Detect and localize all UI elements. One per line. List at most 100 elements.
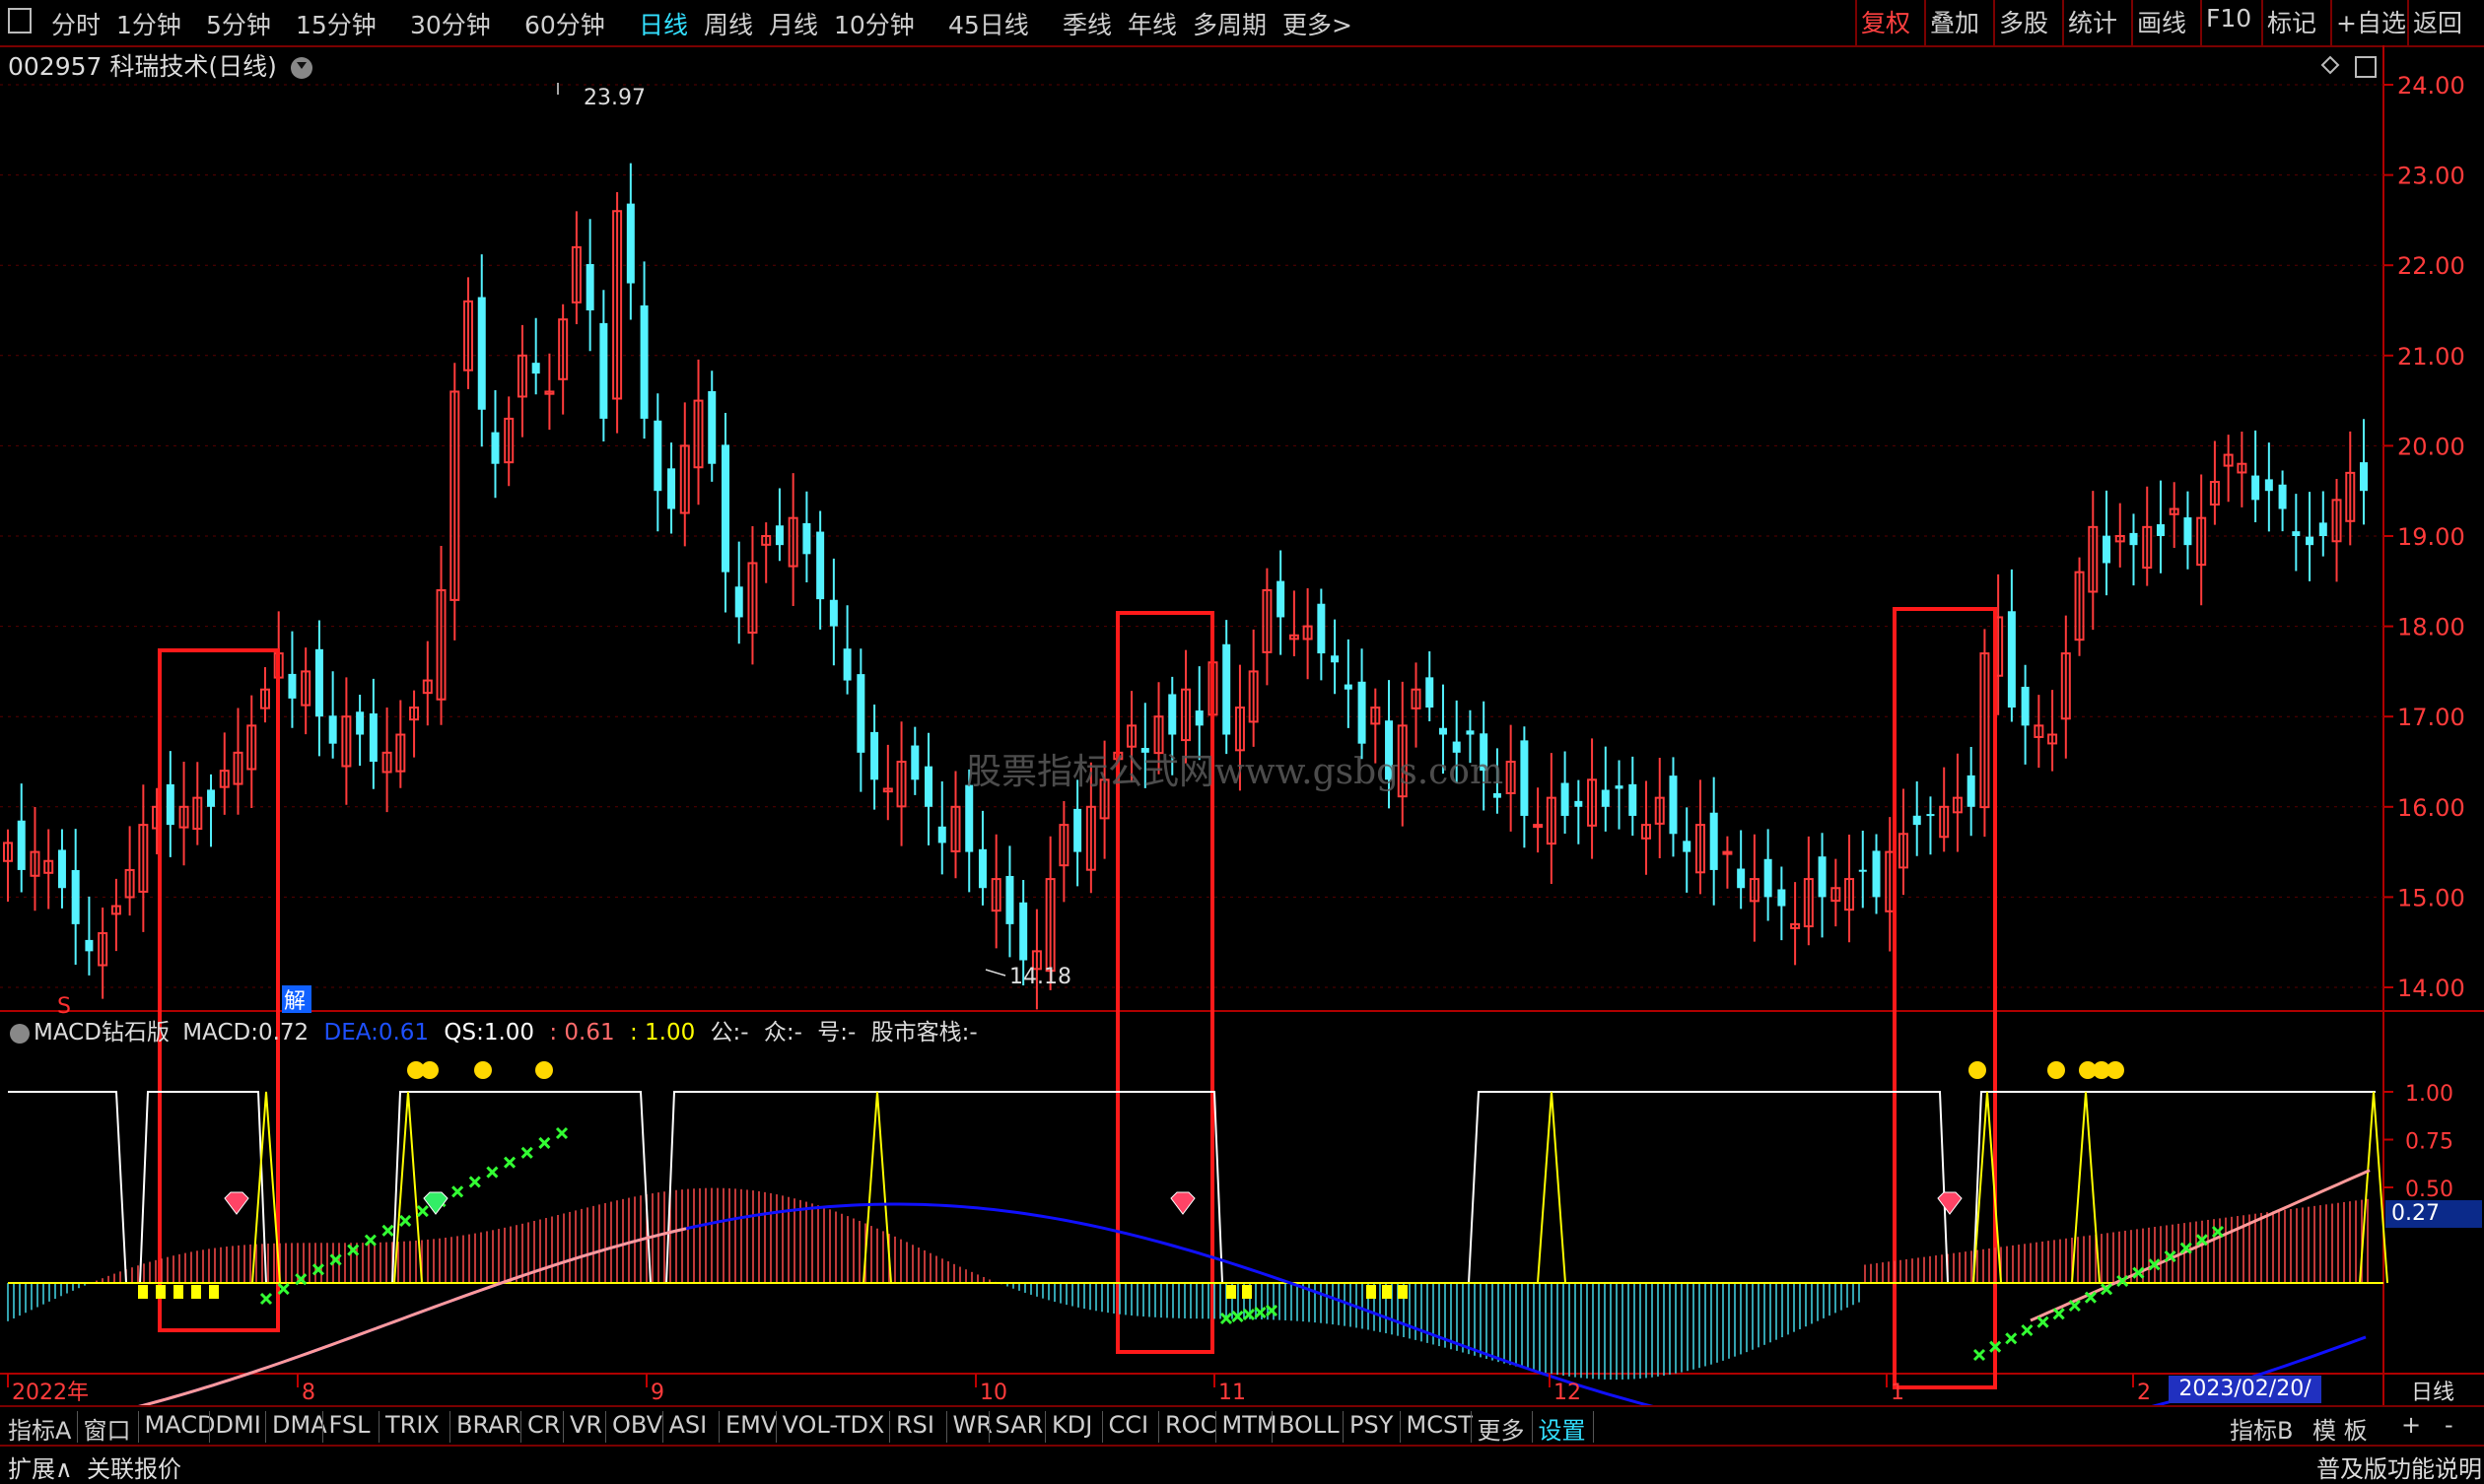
indicator-tab-5[interactable]: FSL bbox=[329, 1411, 371, 1439]
toolbar-separator bbox=[1855, 0, 1857, 45]
period-tab-3[interactable]: 15分钟 bbox=[296, 6, 377, 41]
indicator-tick-label: 0.50 bbox=[2405, 1178, 2453, 1202]
indicator-tab-10[interactable]: OBV bbox=[612, 1411, 662, 1439]
candle-body-down bbox=[654, 420, 662, 492]
toolbar-separator bbox=[2062, 0, 2064, 45]
indicator-menu-icon[interactable] bbox=[10, 1023, 30, 1044]
period-tab-14[interactable]: 更多> bbox=[1282, 6, 1352, 41]
candle-body-down bbox=[911, 745, 920, 780]
indicator-tab-1[interactable]: 窗口 bbox=[84, 1411, 131, 1446]
indicator-tab-0[interactable]: 指标A bbox=[8, 1411, 71, 1446]
period-tab-1[interactable]: 1分钟 bbox=[116, 6, 181, 41]
candle-body-down bbox=[2129, 532, 2138, 546]
indicator-tab-11[interactable]: ASI bbox=[669, 1411, 708, 1439]
green-x-marker bbox=[364, 1234, 377, 1247]
panel-toggle-icon bbox=[2355, 56, 2377, 78]
tab-separator bbox=[945, 1411, 947, 1443]
indicator-tab-15[interactable]: WR bbox=[953, 1411, 993, 1439]
period-tab-6[interactable]: 日线 bbox=[639, 6, 688, 41]
period-tab-8[interactable]: 月线 bbox=[769, 6, 818, 41]
indicator-tab-8[interactable]: CR bbox=[527, 1411, 560, 1439]
toolbar-button-3[interactable]: 统计 bbox=[2068, 4, 2117, 39]
indicator-tab-19[interactable]: ROC bbox=[1165, 1411, 1216, 1439]
candle-body-down bbox=[1195, 710, 1204, 726]
indicator-tab-20[interactable]: MTM bbox=[1222, 1411, 1277, 1439]
candle-body-down bbox=[356, 711, 365, 735]
tab-separator bbox=[988, 1411, 990, 1443]
green-x-marker bbox=[503, 1156, 517, 1169]
yellow-block bbox=[191, 1285, 201, 1299]
indicator-tab-7[interactable]: BRAR bbox=[456, 1411, 520, 1439]
indicator-tab-3[interactable]: DMI bbox=[216, 1411, 261, 1439]
indicator-tab-25[interactable]: 设置 bbox=[1539, 1411, 1586, 1446]
candle-body-down bbox=[586, 263, 594, 310]
green-x-marker bbox=[416, 1204, 429, 1218]
yellow-dot bbox=[2047, 1061, 2065, 1079]
candle-body-down bbox=[1818, 856, 1827, 898]
time-axis-label: 1 bbox=[1891, 1381, 1904, 1405]
period-tab-7[interactable]: 周线 bbox=[704, 6, 753, 41]
indicator-tab-4[interactable]: DMA bbox=[272, 1411, 327, 1439]
tab-separator bbox=[1214, 1411, 1216, 1443]
period-tab-5[interactable]: 60分钟 bbox=[524, 6, 605, 41]
toolbar-button-2[interactable]: 多股 bbox=[1999, 4, 2048, 39]
toolbar-button-1[interactable]: 叠加 bbox=[1930, 4, 1979, 39]
window-menu-icon[interactable] bbox=[8, 8, 32, 34]
tab-separator bbox=[1272, 1411, 1273, 1443]
indicator-tab-12[interactable]: EMV bbox=[725, 1411, 777, 1439]
green-x-marker bbox=[2021, 1323, 2034, 1337]
toolbar-button-0[interactable]: 复权 bbox=[1861, 4, 1910, 39]
period-tab-13[interactable]: 多周期 bbox=[1193, 6, 1267, 41]
toolbar-button-6[interactable]: 标记 bbox=[2267, 4, 2316, 39]
indicator-tab-16[interactable]: SAR bbox=[996, 1411, 1044, 1439]
indicator-tab-14[interactable]: RSI bbox=[896, 1411, 934, 1439]
tab-separator bbox=[137, 1411, 139, 1443]
toolbar-button-4[interactable]: 画线 bbox=[2137, 4, 2186, 39]
price-tick-label: 18.00 bbox=[2397, 614, 2465, 641]
price-tick-label: 20.00 bbox=[2397, 433, 2465, 460]
indicator-tab-23[interactable]: MCST bbox=[1407, 1411, 1473, 1439]
candle-body-down bbox=[1966, 775, 1975, 807]
period-tab-12[interactable]: 年线 bbox=[1128, 6, 1177, 41]
indicator-tab-18[interactable]: CCI bbox=[1109, 1411, 1149, 1439]
candle-body-down bbox=[1737, 868, 1746, 889]
period-tab-4[interactable]: 30分钟 bbox=[410, 6, 491, 41]
candle-body-down bbox=[2318, 522, 2327, 536]
period-tab-10[interactable]: 45日线 bbox=[948, 6, 1029, 41]
cursor-date-box: 2023/02/20/一 bbox=[2169, 1376, 2321, 1429]
related-quote-button[interactable]: 关联报价 bbox=[87, 1450, 181, 1484]
period-tab-2[interactable]: 5分钟 bbox=[206, 6, 271, 41]
period-tab-9[interactable]: 10分钟 bbox=[834, 6, 915, 41]
time-axis-label: 2022年 bbox=[12, 1381, 89, 1405]
price-tick-label: 16.00 bbox=[2397, 794, 2465, 822]
candle-body-down bbox=[2360, 462, 2368, 492]
expand-button[interactable]: 扩展∧ bbox=[8, 1450, 73, 1484]
indicator-tab-21[interactable]: BOLL bbox=[1278, 1411, 1340, 1439]
green-x-marker bbox=[520, 1146, 533, 1159]
indicator-tab-24[interactable]: 更多 bbox=[1478, 1411, 1525, 1446]
candle-body-down bbox=[1574, 800, 1583, 807]
tab-separator bbox=[76, 1411, 78, 1443]
qs-value: 1.00 bbox=[483, 1020, 535, 1046]
price-tick-label: 24.00 bbox=[2397, 72, 2465, 100]
period-tab-11[interactable]: 季线 bbox=[1063, 6, 1112, 41]
candles bbox=[3, 163, 2368, 1010]
indicator-tab-13[interactable]: VOL-TDX bbox=[783, 1411, 885, 1439]
indicator-right-tab-0[interactable]: 指标B bbox=[2230, 1411, 2293, 1446]
feature-info-link[interactable]: 普及版功能说明 bbox=[2316, 1450, 2482, 1484]
indicator-tab-17[interactable]: KDJ bbox=[1052, 1411, 1092, 1439]
indicator-tab-2[interactable]: MACD bbox=[145, 1411, 216, 1439]
indicator-tab-9[interactable]: VR bbox=[570, 1411, 602, 1439]
indicator-right-tab-1[interactable]: 模 板 bbox=[2312, 1411, 2368, 1446]
toolbar-button-5[interactable]: F10 bbox=[2206, 4, 2251, 33]
yellow-block bbox=[209, 1285, 219, 1299]
indicator-right-tab-2[interactable]: + bbox=[2401, 1411, 2421, 1439]
period-tab-0[interactable]: 分时 bbox=[51, 6, 101, 41]
toolbar-button-7[interactable]: +自选 bbox=[2336, 4, 2406, 39]
candle-body-down bbox=[1709, 812, 1718, 870]
indicator-tab-22[interactable]: PSY bbox=[1349, 1411, 1393, 1439]
indicator-tab-6[interactable]: TRIX bbox=[385, 1411, 440, 1439]
candle-body-down bbox=[71, 869, 80, 924]
toolbar-button-8[interactable]: 返回 bbox=[2413, 4, 2462, 39]
indicator-right-tab-3[interactable]: - bbox=[2445, 1411, 2453, 1439]
